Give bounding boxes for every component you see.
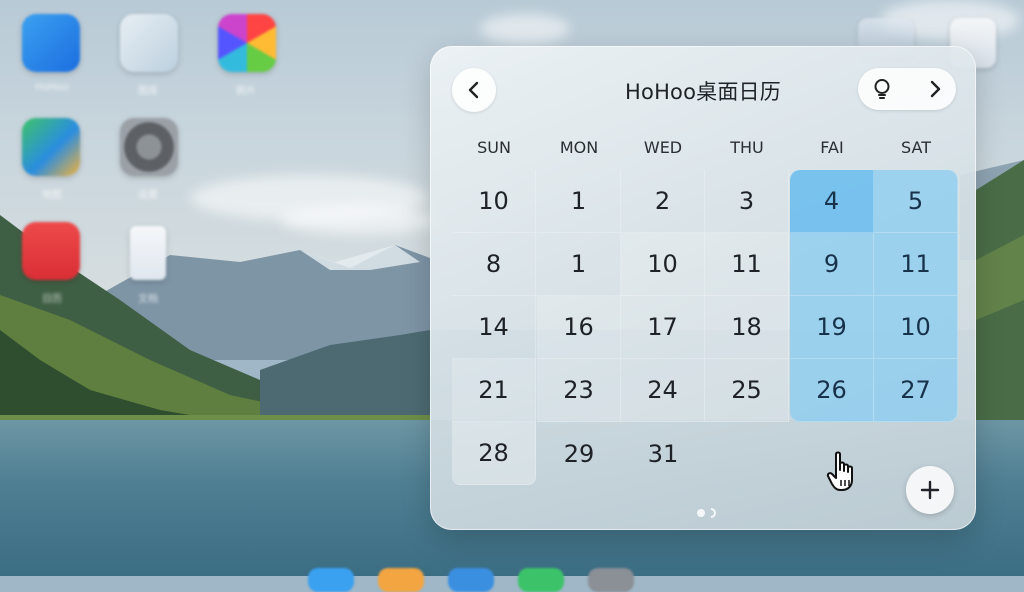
day-cell-weekend[interactable]: 11 xyxy=(874,233,958,296)
add-event-button[interactable] xyxy=(906,466,954,514)
photos-viewer-icon[interactable] xyxy=(120,14,178,72)
next-month-button[interactable] xyxy=(928,80,942,98)
page-dots-icon xyxy=(697,508,716,518)
day-cell[interactable]: 17 xyxy=(621,296,705,359)
day-cell[interactable]: 31 xyxy=(621,422,705,485)
desktop-icon-label: 地图 xyxy=(42,190,62,201)
day-cell[interactable]: 10 xyxy=(621,233,705,296)
dock-app-icon[interactable] xyxy=(448,568,494,592)
finder-icon[interactable] xyxy=(22,14,80,72)
day-cell[interactable]: 2 xyxy=(621,170,705,233)
dock xyxy=(300,560,660,592)
desktop-icon-label: 文档 xyxy=(138,294,158,305)
desktop-icon-label: 照片 xyxy=(236,86,256,97)
desktop-icon-label: 图库 xyxy=(138,86,158,97)
weekday-label: SUN xyxy=(477,138,511,157)
weekday-header: SUN MON WED THU FAI SAT xyxy=(452,138,958,162)
weekday-label: MON xyxy=(559,138,599,157)
plus-icon xyxy=(920,480,940,500)
desktop-icon-label: 设置 xyxy=(138,190,158,201)
day-cell-weekend[interactable]: 10 xyxy=(874,296,958,359)
dock-app-icon[interactable] xyxy=(588,568,634,592)
day-cell-weekend[interactable]: 26 xyxy=(790,359,874,422)
day-cell[interactable]: 23 xyxy=(537,359,621,422)
maps-icon[interactable] xyxy=(22,118,80,176)
hand-cursor-icon xyxy=(826,451,853,491)
day-cell-weekend[interactable]: 9 xyxy=(790,233,874,296)
day-cell[interactable]: 14 xyxy=(452,296,536,359)
day-cell[interactable]: 8 xyxy=(452,233,536,296)
day-cell[interactable]: 1 xyxy=(537,233,621,296)
day-cell[interactable]: 3 xyxy=(705,170,789,233)
day-cell-weekend[interactable]: 19 xyxy=(790,296,874,359)
lightbulb-icon xyxy=(874,79,890,99)
settings-icon[interactable] xyxy=(120,118,178,176)
day-cell[interactable]: 24 xyxy=(621,359,705,422)
calendar-app-icon[interactable] xyxy=(22,222,80,280)
weekday-label: THU xyxy=(730,138,764,157)
dock-app-icon[interactable] xyxy=(308,568,354,592)
header-actions xyxy=(858,68,956,110)
day-cell[interactable]: 21 xyxy=(452,359,536,422)
day-cell[interactable]: 16 xyxy=(537,296,621,359)
weekday-label: SAT xyxy=(901,138,931,157)
chevron-right-icon xyxy=(930,80,941,98)
calendar-grid: 10 1 2 3 4 5 8 1 10 11 9 11 14 16 17 18 … xyxy=(452,170,958,490)
dock-app-icon[interactable] xyxy=(518,568,564,592)
day-cell-weekend[interactable]: 5 xyxy=(874,170,958,233)
day-cell[interactable]: 10 xyxy=(452,170,536,233)
calendar-widget: HoHoo桌面日历 SUN MON WED THU FAI SAT 10 1 2… xyxy=(430,46,976,530)
day-cell[interactable]: 1 xyxy=(537,170,621,233)
photos-icon[interactable] xyxy=(218,14,276,72)
idea-button[interactable] xyxy=(872,78,892,100)
day-cell[interactable]: 29 xyxy=(537,422,621,485)
desktop-icon-label: HoHoo xyxy=(35,82,69,93)
page-indicator[interactable] xyxy=(693,504,723,518)
weekday-label: FAI xyxy=(820,138,844,157)
day-cell-weekend[interactable]: 4 xyxy=(790,170,874,233)
day-cell[interactable]: 18 xyxy=(705,296,789,359)
day-cell[interactable]: 28 xyxy=(452,422,536,485)
weekday-label: WED xyxy=(643,138,683,157)
day-cell[interactable]: 11 xyxy=(705,233,789,296)
day-cell[interactable]: 25 xyxy=(705,359,789,422)
dock-app-icon[interactable] xyxy=(378,568,424,592)
document-icon[interactable] xyxy=(130,226,166,280)
desktop-icon-label: 日历 xyxy=(42,294,62,305)
day-cell-weekend[interactable]: 27 xyxy=(874,359,958,422)
